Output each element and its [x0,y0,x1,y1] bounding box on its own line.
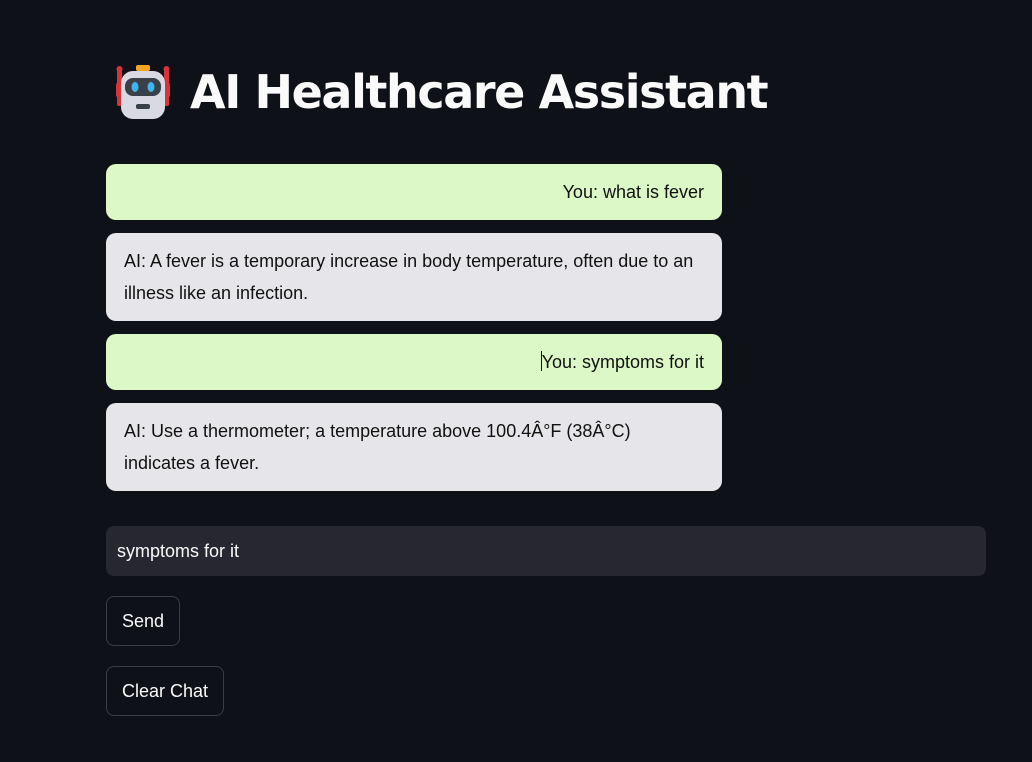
robot-icon [116,65,170,119]
ai-message: AI: Use a thermometer; a temperature abo… [106,403,722,491]
chat-input[interactable] [117,540,975,562]
send-button[interactable]: Send [106,596,180,646]
message-text: You: symptoms for it [541,352,704,372]
message-text: AI: A fever is a temporary increase in b… [124,251,694,303]
chat-history: You: what is fever AI: A fever is a temp… [106,164,722,504]
app-root: AI Healthcare Assistant You: what is fev… [0,0,1032,762]
user-message: You: what is fever [106,164,722,220]
page-header: AI Healthcare Assistant [112,62,769,122]
ai-message: AI: A fever is a temporary increase in b… [106,233,722,321]
clear-chat-button[interactable]: Clear Chat [106,666,224,716]
page-title: AI Healthcare Assistant [190,65,769,119]
user-message: You: symptoms for it [106,334,722,390]
chat-input-container[interactable] [106,526,986,576]
message-text: AI: Use a thermometer; a temperature abo… [124,421,631,473]
message-text: You: what is fever [562,182,704,202]
